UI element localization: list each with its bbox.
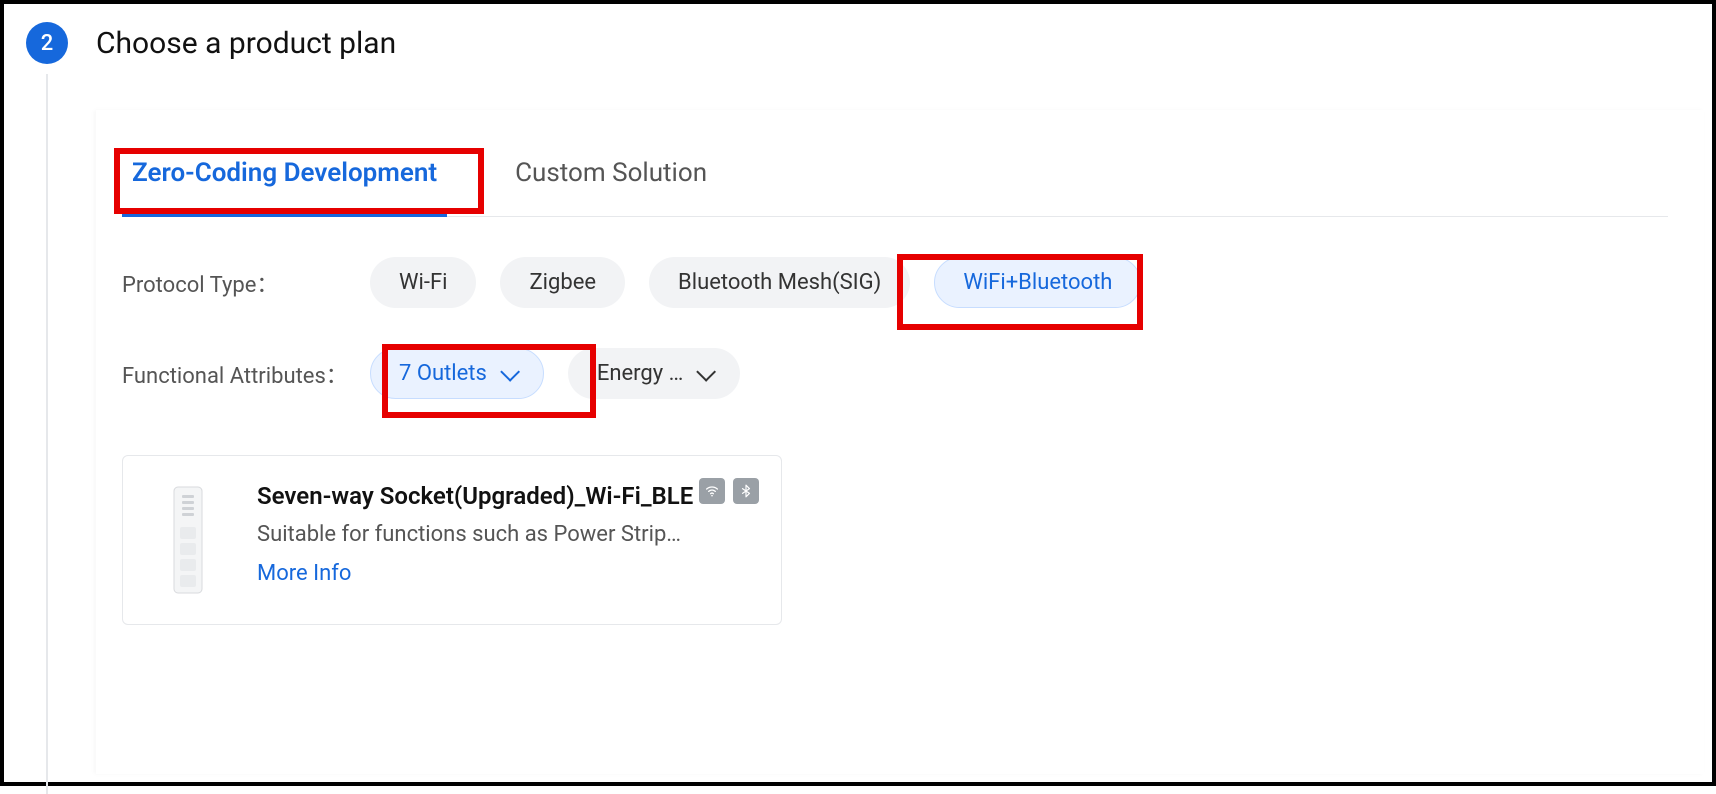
product-card[interactable]: Seven-way Socket(Upgraded)_Wi-Fi_BLE Sui…	[122, 455, 782, 625]
product-plan-panel: Zero-Coding Development Custom Solution …	[96, 110, 1704, 774]
attribute-energy-label: Energy …	[597, 361, 684, 386]
chevron-down-icon	[500, 361, 520, 381]
attribute-outlets-label: 7 Outlets	[399, 361, 487, 386]
wifi-icon	[699, 478, 725, 504]
protocol-wifi-pill[interactable]: Wi-Fi	[370, 257, 476, 308]
product-title: Seven-way Socket(Upgraded)_Wi-Fi_BLE	[257, 480, 757, 512]
step-title: Choose a product plan	[96, 26, 396, 61]
functional-attributes-label: Functional Attributes：	[122, 358, 370, 390]
bluetooth-icon	[733, 478, 759, 504]
card-protocol-icons	[699, 478, 759, 504]
protocol-zigbee-pill[interactable]: Zigbee	[500, 257, 625, 308]
attribute-energy-pill[interactable]: Energy …	[568, 348, 741, 399]
protocol-type-row: Protocol Type： Wi-Fi Zigbee Bluetooth Me…	[122, 257, 1668, 308]
functional-attributes-row: Functional Attributes： 7 Outlets Energy …	[122, 348, 1668, 399]
protocol-wifi-bluetooth-pill[interactable]: WiFi+Bluetooth	[934, 257, 1141, 308]
protocol-type-label: Protocol Type：	[122, 267, 370, 299]
tab-custom-solution[interactable]: Custom Solution	[505, 146, 717, 216]
product-card-body: Seven-way Socket(Upgraded)_Wi-Fi_BLE Sui…	[257, 480, 757, 600]
tab-zero-coding[interactable]: Zero-Coding Development	[122, 146, 447, 216]
product-description: Suitable for functions such as Power Str…	[257, 522, 757, 547]
step-connector-line	[46, 74, 48, 794]
protocol-btmesh-pill[interactable]: Bluetooth Mesh(SIG)	[649, 257, 910, 308]
more-info-link[interactable]: More Info	[257, 561, 757, 586]
chevron-down-icon	[697, 361, 717, 381]
step-number-badge: 2	[26, 22, 68, 64]
attribute-outlets-pill[interactable]: 7 Outlets	[370, 348, 544, 399]
plan-tabs: Zero-Coding Development Custom Solution	[122, 146, 1668, 217]
product-thumbnail	[147, 480, 229, 600]
